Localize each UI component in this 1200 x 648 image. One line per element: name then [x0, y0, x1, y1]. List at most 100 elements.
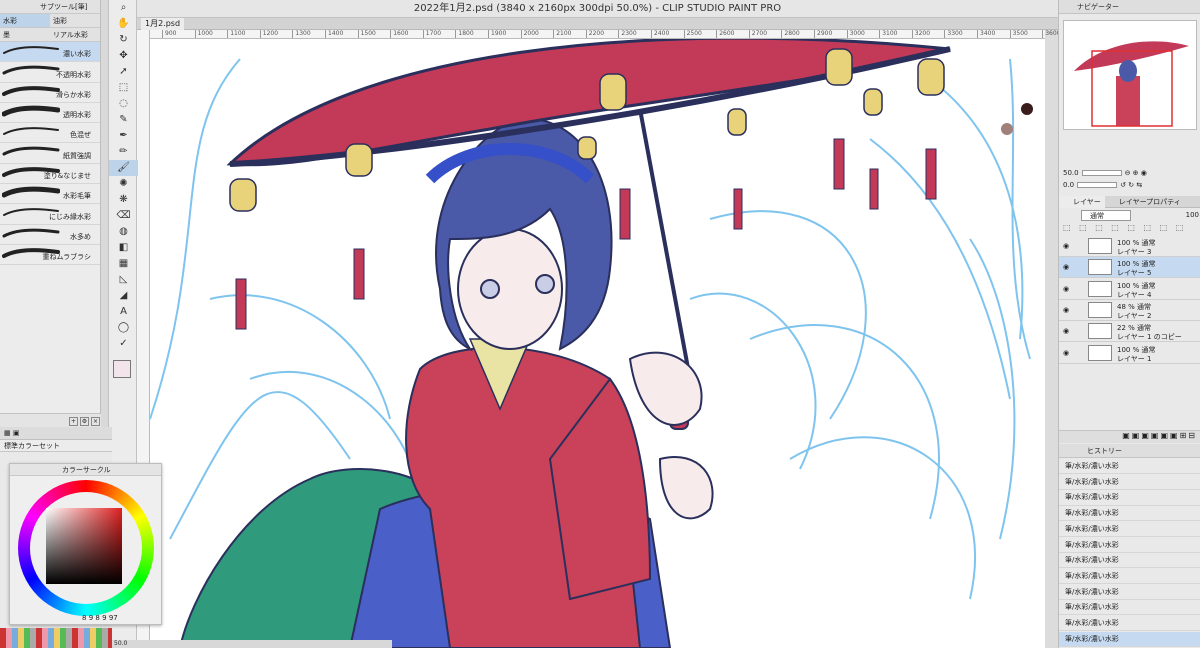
document-tab-bar: 1月2.psd	[137, 18, 1058, 30]
color-wheel-panel: カラーサークル 8 9 8 9 97	[9, 463, 162, 625]
blend-mode-select[interactable]: 通常	[1081, 210, 1131, 221]
eye-icon[interactable]: ◉	[1063, 327, 1069, 335]
history-item[interactable]: 筆/水彩/濃い水彩	[1059, 538, 1200, 553]
brush-item[interactable]: 滑らか水彩	[0, 83, 100, 103]
pencil-tool-icon[interactable]: ✏	[109, 144, 138, 160]
ruler-tick: 1400	[325, 30, 343, 38]
color-values: 8 9 8 9 97	[82, 614, 118, 622]
opacity-value[interactable]: 100	[1186, 210, 1199, 221]
airbrush-tool-icon[interactable]: ✺	[109, 176, 138, 192]
brush-item[interactable]: にじみ縁水彩	[0, 204, 100, 225]
history-item[interactable]: 筆/水彩/濃い水彩	[1059, 600, 1200, 616]
zoom-readout[interactable]: 50.0	[114, 640, 127, 647]
eye-icon[interactable]: ◉	[1063, 242, 1069, 250]
tab-oil[interactable]: 油彩	[50, 14, 100, 27]
ruler-tick: 1800	[455, 30, 474, 38]
text-tool-icon[interactable]: A	[109, 304, 138, 320]
brush-item[interactable]: 紙質強調	[0, 143, 100, 164]
layer-row[interactable]: ◉ 100 % 通常 レイヤー 5	[1059, 257, 1200, 279]
zoom-controls-icon[interactable]: ⊖ ⊕ ◉	[1125, 169, 1147, 177]
tab-real-watercolor[interactable]: リアル水彩	[50, 28, 100, 41]
ruler-tick: 3500	[1009, 30, 1028, 38]
brush-item[interactable]: 濃い水彩	[0, 42, 100, 63]
layer-row[interactable]: ◉ 100 % 通常 レイヤー 3	[1059, 236, 1200, 257]
history-item[interactable]: 筆/水彩/濃い水彩	[1059, 631, 1200, 647]
brush-item[interactable]: 不透明水彩	[0, 62, 100, 83]
history-item[interactable]: 筆/水彩/濃い水彩	[1059, 585, 1200, 600]
add-icon[interactable]: +	[69, 417, 78, 426]
brush-item[interactable]: 塗り&なじませ	[0, 164, 100, 185]
angle-value[interactable]: 0.0	[1063, 181, 1074, 189]
rotate-tool-icon[interactable]: ↻	[109, 32, 138, 48]
eye-icon[interactable]: ◉	[1063, 285, 1069, 293]
brush-tool-icon[interactable]: 🖌	[109, 160, 138, 176]
settings-icon[interactable]: ⚙	[80, 417, 89, 426]
eye-icon[interactable]: ◉	[1063, 306, 1069, 314]
layer-row[interactable]: ◉ 22 % 通常 レイヤー 1 のコピー	[1059, 321, 1200, 343]
drawing-canvas[interactable]	[150, 39, 1045, 648]
eraser-tool-icon[interactable]: ⌫	[109, 208, 138, 224]
ruler-tick: 2900	[814, 30, 832, 38]
eye-icon[interactable]: ◉	[1063, 263, 1069, 271]
color-set-selector[interactable]: 標準カラーセット	[0, 440, 112, 452]
hand-tool-icon[interactable]: ✋	[109, 16, 138, 32]
color-wheel-title: カラーサークル	[10, 464, 161, 476]
eye-icon[interactable]: ◉	[1063, 349, 1069, 357]
delete-icon[interactable]: ×	[91, 417, 100, 426]
layer-row[interactable]: ◉ 100 % 通常 レイヤー 1	[1059, 343, 1200, 364]
layer-row[interactable]: ◉ 48 % 通常 レイヤー 2	[1059, 300, 1200, 321]
angle-slider[interactable]	[1077, 181, 1118, 188]
history-item[interactable]: 筆/水彩/濃い水彩	[1059, 522, 1200, 537]
brush-group-tabs: 水彩 油彩	[0, 14, 100, 28]
layer-name: レイヤー 4	[1117, 290, 1152, 299]
move-tool-icon[interactable]: ✥	[109, 48, 138, 64]
history-item[interactable]: 筆/水彩/濃い水彩	[1059, 553, 1200, 569]
saturation-value-square[interactable]	[46, 508, 122, 584]
layer-tool-icons[interactable]: ⬚ ⬚ ⬚ ⬚ ⬚ ⬚ ⬚ ⬚	[1063, 223, 1186, 235]
layer-name: レイヤー 2	[1117, 311, 1152, 320]
correction-tool-icon[interactable]: ✓	[109, 336, 138, 352]
brush-item[interactable]: 透明水彩	[0, 103, 100, 124]
main-color-icon[interactable]	[113, 360, 131, 378]
navigator-preview[interactable]	[1063, 20, 1197, 130]
layer-row[interactable]: ◉ 100 % 通常 レイヤー 4	[1059, 279, 1200, 300]
select-tool-icon[interactable]: ⬚	[109, 80, 138, 96]
decoration-tool-icon[interactable]: ❋	[109, 192, 138, 208]
history-item[interactable]: 筆/水彩/濃い水彩	[1059, 490, 1200, 506]
operation-tool-icon[interactable]: ➚	[109, 64, 138, 80]
brush-item[interactable]: 水彩毛筆	[0, 184, 100, 205]
figure-tool-icon[interactable]: ◺	[109, 272, 138, 288]
brush-item[interactable]: 色混ぜ	[0, 123, 100, 144]
brush-item[interactable]: 重ねムラブラシ	[0, 245, 100, 266]
gradient-tool-icon[interactable]: ▦	[109, 256, 138, 272]
balloon-tool-icon[interactable]: ◯	[109, 320, 138, 336]
pen-tool-icon[interactable]: ✒	[109, 128, 138, 144]
history-item[interactable]: 筆/水彩/濃い水彩	[1059, 569, 1200, 585]
zoom-value[interactable]: 50.0	[1063, 169, 1079, 177]
brush-label: 水多め	[70, 232, 91, 241]
ruler-tick: 3200	[911, 30, 930, 38]
eyedropper-tool-icon[interactable]: ✎	[109, 112, 138, 128]
history-header: ヒストリー	[1059, 444, 1200, 458]
tab-watercolor[interactable]: 水彩	[0, 14, 50, 27]
tab-layer-property[interactable]: レイヤープロパティ	[1105, 196, 1185, 208]
fill-tool-icon[interactable]: ◧	[109, 240, 138, 256]
brush-item[interactable]: 水多め	[0, 225, 100, 245]
history-item[interactable]: 筆/水彩/濃い水彩	[1059, 616, 1200, 632]
ruler-tick: 3000	[846, 30, 865, 38]
rotate-controls-icon[interactable]: ↺ ↻ ⇆	[1120, 181, 1142, 189]
lasso-tool-icon[interactable]: ◌	[109, 96, 138, 112]
layer-footer-icons[interactable]: ▣▣▣▣▣▣⊞⊟	[1059, 430, 1200, 443]
history-item[interactable]: 筆/水彩/濃い水彩	[1059, 506, 1200, 522]
tab-ink[interactable]: 墨	[0, 28, 50, 41]
brush-stroke-preview	[3, 127, 59, 136]
history-item[interactable]: 筆/水彩/濃い水彩	[1059, 459, 1200, 475]
color-swatches[interactable]	[0, 628, 112, 648]
zoom-tool-icon[interactable]: ⌕	[109, 0, 138, 16]
history-item[interactable]: 筆/水彩/濃い水彩	[1059, 475, 1200, 490]
blend-tool-icon[interactable]: ◍	[109, 224, 138, 240]
tab-layer[interactable]: レイヤー	[1059, 196, 1105, 208]
ruler-tool-icon[interactable]: ◢	[109, 288, 138, 304]
zoom-slider[interactable]	[1081, 169, 1122, 176]
document-tab[interactable]: 1月2.psd	[141, 18, 185, 30]
